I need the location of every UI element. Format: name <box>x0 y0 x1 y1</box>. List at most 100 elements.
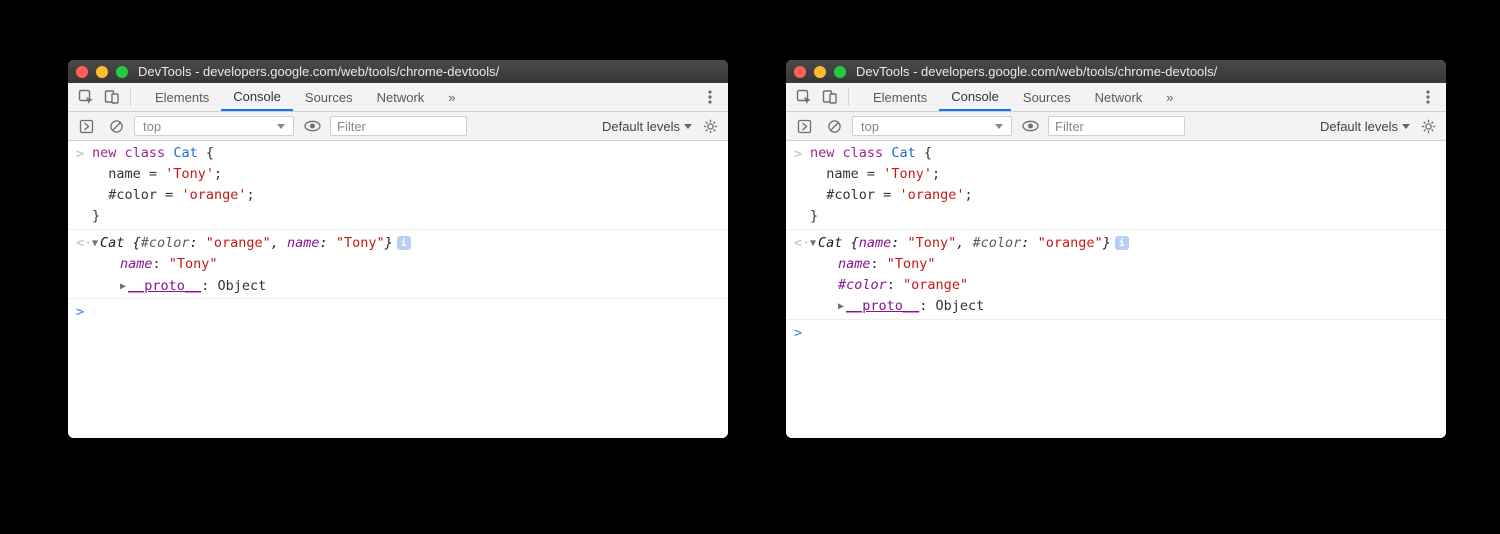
tab-sources[interactable]: Sources <box>1011 83 1083 111</box>
inspect-element-icon[interactable] <box>792 85 816 109</box>
output-prompt-icon: <· <box>794 232 810 254</box>
row-divider <box>68 229 728 230</box>
input-prompt-icon: > <box>76 143 92 165</box>
object-proto[interactable]: __proto__: Object <box>810 295 1438 317</box>
device-toolbar-icon[interactable] <box>100 85 124 109</box>
divider <box>848 88 849 106</box>
filter-input[interactable]: Filter <box>1048 116 1185 136</box>
console-code-input: new class Cat { name = 'Tony'; #color = … <box>92 143 720 227</box>
close-button[interactable] <box>76 66 88 78</box>
live-expression-icon[interactable] <box>300 114 324 138</box>
output-prompt-icon: <· <box>76 232 92 254</box>
tab-sources[interactable]: Sources <box>293 83 365 111</box>
main-tabbar: Elements Console Sources Network » <box>68 83 728 112</box>
live-expression-icon[interactable] <box>1018 114 1042 138</box>
log-levels-select[interactable]: Default levels <box>602 119 692 134</box>
traffic-lights <box>794 66 846 78</box>
object-summary[interactable]: Cat {#color: "orange", name: "Tony"}i <box>92 232 720 254</box>
clear-console-icon[interactable] <box>822 114 846 138</box>
devtools-window-left: DevTools - developers.google.com/web/too… <box>68 60 728 438</box>
row-divider <box>786 229 1446 230</box>
titlebar[interactable]: DevTools - developers.google.com/web/too… <box>68 60 728 83</box>
object-proto-row: __proto__: Object <box>68 275 728 297</box>
context-value: top <box>143 119 161 134</box>
divider <box>130 88 131 106</box>
input-prompt-icon: > <box>794 322 810 344</box>
object-property-row: #color: "orange" <box>786 275 1446 296</box>
minimize-button[interactable] <box>96 66 108 78</box>
devtools-window-right: DevTools - developers.google.com/web/too… <box>786 60 1446 438</box>
console-output[interactable]: > new class Cat { name = 'Tony'; #color … <box>68 141 728 438</box>
maximize-button[interactable] <box>834 66 846 78</box>
input-prompt-icon: > <box>76 301 92 323</box>
object-proto[interactable]: __proto__: Object <box>92 275 720 297</box>
context-selector[interactable]: top <box>134 116 294 136</box>
tab-elements[interactable]: Elements <box>861 83 939 111</box>
panel-tabs: Elements Console Sources Network » <box>143 83 468 111</box>
window-title: DevTools - developers.google.com/web/too… <box>856 64 1217 79</box>
object-property-row: name: "Tony" <box>68 254 728 275</box>
tab-network[interactable]: Network <box>365 83 437 111</box>
tab-elements[interactable]: Elements <box>143 83 221 111</box>
console-input-row: > new class Cat { name = 'Tony'; #color … <box>68 143 728 227</box>
context-value: top <box>861 119 879 134</box>
console-settings-icon[interactable] <box>1416 114 1440 138</box>
more-menu-icon[interactable] <box>698 85 722 109</box>
console-result-row: <· Cat {#color: "orange", name: "Tony"}i <box>68 232 728 254</box>
sidebar-toggle-icon[interactable] <box>792 114 816 138</box>
dropdown-icon <box>1402 124 1410 129</box>
levels-label: Default levels <box>1320 119 1398 134</box>
tab-network[interactable]: Network <box>1083 83 1155 111</box>
context-selector[interactable]: top <box>852 116 1012 136</box>
log-levels-select[interactable]: Default levels <box>1320 119 1410 134</box>
dropdown-icon <box>995 124 1003 129</box>
panel-tabs: Elements Console Sources Network » <box>861 83 1186 111</box>
levels-label: Default levels <box>602 119 680 134</box>
disclosure-triangle-icon[interactable] <box>838 295 844 316</box>
tab-console[interactable]: Console <box>939 83 1011 111</box>
console-code-input: new class Cat { name = 'Tony'; #color = … <box>810 143 1438 227</box>
tab-overflow[interactable]: » <box>1154 83 1185 111</box>
object-property[interactable]: #color: "orange" <box>810 275 1438 296</box>
filter-input[interactable]: Filter <box>330 116 467 136</box>
close-button[interactable] <box>794 66 806 78</box>
console-input-row: > new class Cat { name = 'Tony'; #color … <box>786 143 1446 227</box>
filter-placeholder: Filter <box>337 119 366 134</box>
traffic-lights <box>76 66 128 78</box>
console-output[interactable]: > new class Cat { name = 'Tony'; #color … <box>786 141 1446 438</box>
dropdown-icon <box>684 124 692 129</box>
row-divider <box>68 298 728 299</box>
dropdown-icon <box>277 124 285 129</box>
console-result-row: <· Cat {name: "Tony", #color: "orange"}i <box>786 232 1446 254</box>
console-prompt-row[interactable]: > <box>786 322 1446 344</box>
disclosure-triangle-icon[interactable] <box>120 275 126 296</box>
console-prompt-row[interactable]: > <box>68 301 728 323</box>
device-toolbar-icon[interactable] <box>818 85 842 109</box>
info-icon[interactable]: i <box>1115 236 1129 250</box>
console-toolbar: top Filter Default levels <box>786 112 1446 141</box>
object-property[interactable]: name: "Tony" <box>92 254 720 275</box>
object-property[interactable]: name: "Tony" <box>810 254 1438 275</box>
maximize-button[interactable] <box>116 66 128 78</box>
console-settings-icon[interactable] <box>698 114 722 138</box>
inspect-element-icon[interactable] <box>74 85 98 109</box>
object-property-row: name: "Tony" <box>786 254 1446 275</box>
input-prompt-icon: > <box>794 143 810 165</box>
console-toolbar: top Filter Default levels <box>68 112 728 141</box>
window-title: DevTools - developers.google.com/web/too… <box>138 64 499 79</box>
main-tabbar: Elements Console Sources Network » <box>786 83 1446 112</box>
more-menu-icon[interactable] <box>1416 85 1440 109</box>
object-summary[interactable]: Cat {name: "Tony", #color: "orange"}i <box>810 232 1438 254</box>
object-proto-row: __proto__: Object <box>786 295 1446 317</box>
tab-console[interactable]: Console <box>221 83 293 111</box>
disclosure-triangle-icon[interactable] <box>92 232 98 253</box>
clear-console-icon[interactable] <box>104 114 128 138</box>
row-divider <box>786 319 1446 320</box>
filter-placeholder: Filter <box>1055 119 1084 134</box>
minimize-button[interactable] <box>814 66 826 78</box>
sidebar-toggle-icon[interactable] <box>74 114 98 138</box>
info-icon[interactable]: i <box>397 236 411 250</box>
titlebar[interactable]: DevTools - developers.google.com/web/too… <box>786 60 1446 83</box>
tab-overflow[interactable]: » <box>436 83 467 111</box>
disclosure-triangle-icon[interactable] <box>810 232 816 253</box>
